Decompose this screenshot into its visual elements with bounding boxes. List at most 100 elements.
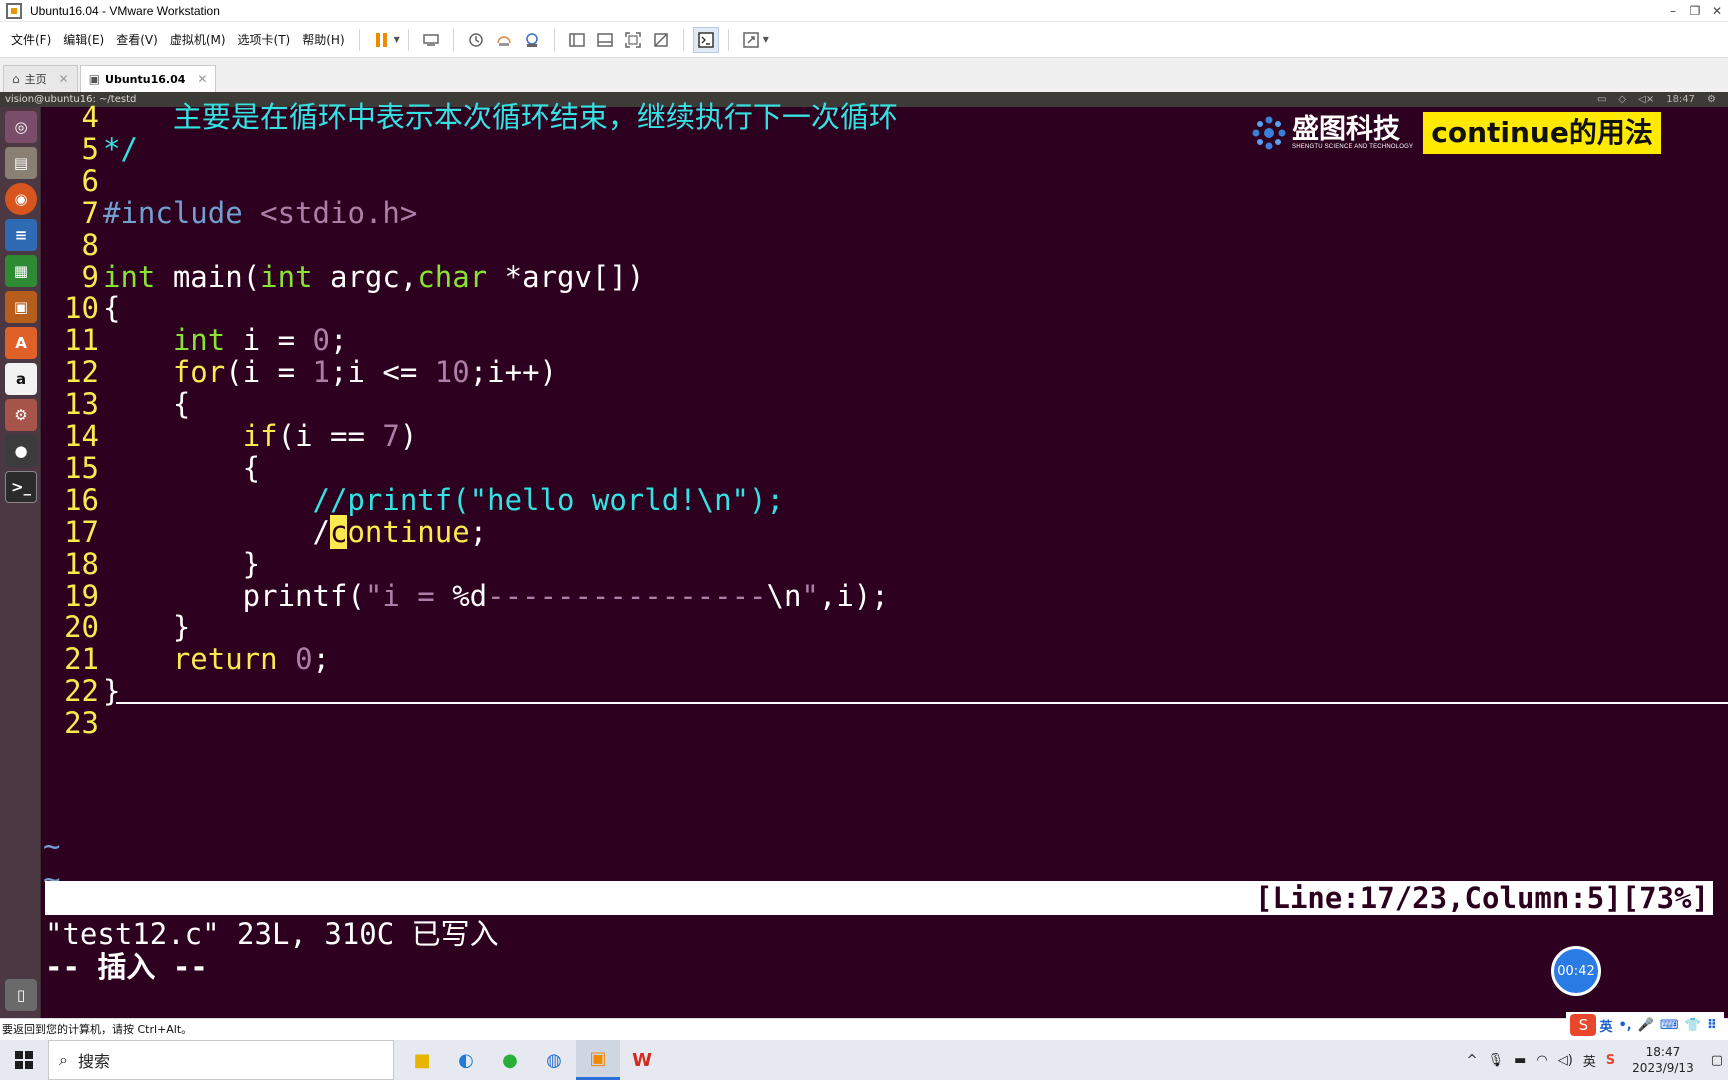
ime-menu-icon[interactable]: ⠿ xyxy=(1707,1018,1717,1033)
keyboard-indicator-icon[interactable]: ▭ xyxy=(1597,94,1606,105)
pause-dropdown-caret-icon[interactable]: ▼ xyxy=(394,35,400,44)
code-token: //printf("hello world!\n"); xyxy=(312,482,784,517)
full-screen-button[interactable] xyxy=(620,27,646,53)
vmware-taskbar-icon[interactable]: ▣ xyxy=(576,1040,620,1080)
sogou-tray-icon[interactable]: S xyxy=(1606,1053,1615,1068)
brand-overlay: 盛图科技 SHENGTU SCIENCE AND TECHNOLOGY cont… xyxy=(1250,112,1661,154)
line-number: 8 xyxy=(81,227,99,262)
stretch-guest-button[interactable] xyxy=(738,27,764,53)
taskbar-clock[interactable]: 18:47 2023/9/13 xyxy=(1632,1044,1694,1076)
dash-search-icon[interactable]: ◎ xyxy=(5,111,37,143)
code-line: 15 { xyxy=(41,451,260,486)
snapshot-button[interactable] xyxy=(463,27,489,53)
code-token: 1 xyxy=(312,355,331,390)
send-ctrl-alt-del-button[interactable] xyxy=(418,27,444,53)
cursor-line-underline xyxy=(116,702,1728,704)
show-hidden-icons-icon[interactable]: ^ xyxy=(1467,1053,1478,1068)
thumbnail-bar-button[interactable] xyxy=(592,27,618,53)
wps-office-icon[interactable]: W xyxy=(620,1040,664,1080)
disk-icon[interactable]: ● xyxy=(5,435,37,467)
empty-line-tilde: ~ xyxy=(43,829,61,863)
stretch-dropdown-caret-icon[interactable]: ▼ xyxy=(763,35,769,44)
unity-launcher: ◎ ▤ ◉ ≡ ▦ ▣ A a ⚙ ● >_ ▯ xyxy=(0,107,41,1018)
wifi-icon[interactable]: ◠ xyxy=(1536,1053,1547,1068)
panel-clock[interactable]: 18:47 xyxy=(1666,94,1695,105)
impress-icon[interactable]: ▣ xyxy=(5,291,37,323)
menu-tabs[interactable]: 选项卡(T) xyxy=(232,29,297,51)
code-token: } xyxy=(103,546,261,581)
line-number: 22 xyxy=(64,674,99,709)
code-line: 12 for(i = 1;i <= 10;i++) xyxy=(41,355,557,390)
wechat-icon[interactable]: ● xyxy=(488,1040,532,1080)
windows-taskbar: ⌕ 搜索 ■ ◐ ● ◍ ▣ W ^ 🎙 ▬ ◠ ◁) 英 S 18:47 20… xyxy=(0,1040,1728,1080)
code-line: 8 xyxy=(41,228,103,263)
ime-voice-icon[interactable]: 🎤 xyxy=(1638,1018,1654,1033)
menubar: 文件(F) 编辑(E) 查看(V) 虚拟机(M) 选项卡(T) 帮助(H) ▼ … xyxy=(0,22,1728,57)
files-icon[interactable]: ▤ xyxy=(5,147,37,179)
taskbar-search-input[interactable]: ⌕ 搜索 xyxy=(48,1040,394,1080)
system-settings-icon[interactable]: ⚙ xyxy=(5,399,37,431)
ime-keyboard-icon[interactable]: ⌨ xyxy=(1660,1018,1679,1033)
terminal-icon[interactable]: >_ xyxy=(5,471,37,503)
firefox-icon[interactable]: ◉ xyxy=(5,183,37,215)
code-token: \n xyxy=(766,578,802,613)
volume-icon[interactable]: ◁× xyxy=(1638,94,1654,105)
pause-icon xyxy=(375,32,387,47)
code-token: ;i <= xyxy=(330,355,435,390)
tray-language[interactable]: 英 xyxy=(1583,1051,1596,1070)
speaker-icon[interactable]: ◁) xyxy=(1558,1053,1573,1068)
sogou-ime-icon[interactable]: S xyxy=(1570,1014,1597,1036)
ime-punct-icon[interactable]: •, xyxy=(1618,1018,1631,1033)
minimize-button[interactable]: – xyxy=(1662,1,1684,21)
file-explorer-icon[interactable]: ■ xyxy=(400,1040,444,1080)
settings-gear-icon[interactable]: ⚙ xyxy=(1707,94,1716,105)
menu-edit[interactable]: 编辑(E) xyxy=(57,29,110,51)
menu-vm[interactable]: 虚拟机(M) xyxy=(164,29,232,51)
vim-terminal[interactable]: 4 主要是在循环中表示本次循环结束，继续执行下一次循环 5 */6 7 #include… xyxy=(41,100,1728,1018)
toolbar-divider xyxy=(407,28,409,51)
code-token: { xyxy=(103,450,261,485)
start-button[interactable] xyxy=(0,1040,48,1080)
recording-timer[interactable]: 00:42 xyxy=(1551,946,1601,996)
menu-view[interactable]: 查看(V) xyxy=(110,29,164,51)
writer-icon[interactable]: ≡ xyxy=(5,219,37,251)
snapshot-manager-button[interactable] xyxy=(519,27,545,53)
network-icon[interactable]: ◇ xyxy=(1618,94,1626,105)
close-button[interactable]: ✕ xyxy=(1706,1,1728,21)
calc-icon[interactable]: ▦ xyxy=(5,255,37,287)
ime-lang[interactable]: 英 xyxy=(1599,1016,1612,1035)
code-text: //printf("hello world!\n"); xyxy=(103,483,784,518)
notification-icon[interactable]: ▢ xyxy=(1711,1053,1723,1068)
restore-button[interactable]: ❐ xyxy=(1684,1,1706,21)
menu-help[interactable]: 帮助(H) xyxy=(296,29,350,51)
tab-home[interactable]: ⌂ 主页 ✕ xyxy=(3,65,78,92)
show-library-button[interactable] xyxy=(564,27,590,53)
stretch-icon xyxy=(743,31,759,48)
search-app-icon[interactable]: ◍ xyxy=(532,1040,576,1080)
ime-skin-icon[interactable]: 👕 xyxy=(1685,1018,1701,1033)
battery-icon[interactable]: ▬ xyxy=(1514,1053,1526,1068)
thumbnail-layout-icon xyxy=(597,32,613,47)
microphone-icon[interactable]: 🎙 xyxy=(1488,1053,1505,1068)
unity-button[interactable] xyxy=(648,27,674,53)
revert-snapshot-button[interactable] xyxy=(491,27,517,53)
edge-browser-icon[interactable]: ◐ xyxy=(444,1040,488,1080)
software-center-icon[interactable]: A xyxy=(5,327,37,359)
search-icon: ⌕ xyxy=(59,1050,68,1069)
code-token: (i == xyxy=(277,419,383,453)
amazon-icon[interactable]: a xyxy=(5,363,37,395)
pause-button[interactable] xyxy=(369,27,395,53)
tab-home-label: 主页 xyxy=(24,73,47,86)
line-number: 14 xyxy=(64,419,99,453)
close-tab-icon[interactable]: ✕ xyxy=(197,72,207,86)
code-token: ;i++) xyxy=(469,355,558,390)
code-token: "i = xyxy=(364,578,453,613)
toolbar-divider xyxy=(727,28,729,51)
close-tab-icon[interactable]: ✕ xyxy=(59,72,69,86)
trash-icon[interactable]: ▯ xyxy=(5,979,37,1011)
menu-file[interactable]: 文件(F) xyxy=(5,29,57,51)
console-view-button[interactable] xyxy=(692,26,719,53)
tab-ubuntu-label: Ubuntu16.04 xyxy=(105,72,186,86)
tab-ubuntu[interactable]: ▣ Ubuntu16.04 ✕ xyxy=(79,65,217,92)
